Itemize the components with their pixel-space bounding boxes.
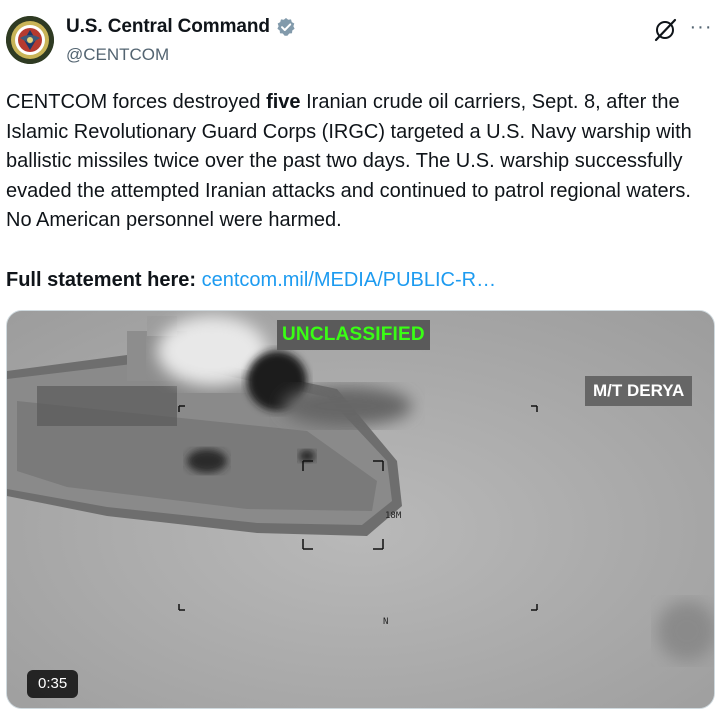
post-text-start: CENTCOM forces destroyed	[6, 91, 267, 113]
verified-badge-icon	[276, 17, 296, 37]
grok-icon[interactable]	[653, 18, 679, 42]
statement-link[interactable]: centcom.mil/MEDIA/PUBLIC-R…	[202, 269, 497, 291]
range-readout: 18M	[385, 511, 402, 521]
statement-label: Full statement here:	[6, 269, 197, 291]
video-duration-badge: 0:35	[27, 670, 79, 698]
post-text-bold: five	[266, 91, 301, 113]
video-player[interactable]: UNCLASSIFIED M/T DERYA 18M N 0:35	[6, 310, 715, 709]
post-text: CENTCOM forces destroyed five Iranian cr…	[6, 88, 718, 236]
tweet-card: U.S. Central Command @CENTCOM ··· CENTCO…	[0, 0, 726, 717]
statement-line: Full statement here: centcom.mil/MEDIA/P…	[6, 266, 496, 295]
compass-readout: N	[383, 617, 389, 627]
author-name-row: U.S. Central Command	[66, 16, 296, 38]
video-frame	[7, 311, 714, 708]
centcom-seal-icon	[6, 16, 54, 64]
author-display-name[interactable]: U.S. Central Command	[66, 16, 270, 38]
avatar[interactable]	[6, 16, 54, 64]
more-icon[interactable]: ···	[688, 14, 714, 40]
classification-banner: UNCLASSIFIED	[277, 320, 430, 350]
author-handle[interactable]: @CENTCOM	[66, 45, 169, 65]
vessel-label: M/T DERYA	[585, 376, 693, 406]
